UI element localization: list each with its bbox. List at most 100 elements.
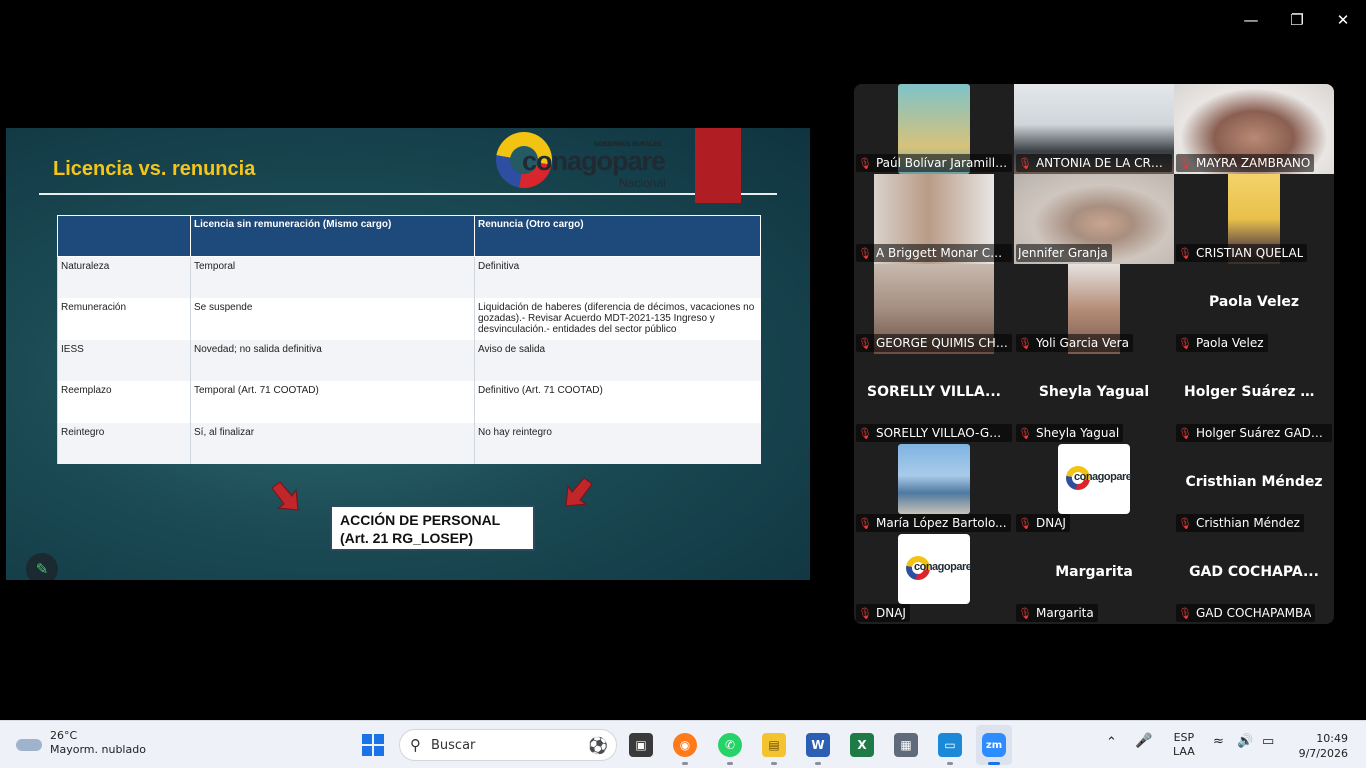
table-cell: Se suspende (190, 298, 475, 340)
name-label: 🎙 DNAJ (856, 604, 910, 622)
microphone-icon: 🎤 (1135, 733, 1153, 749)
running-indicator (947, 762, 953, 765)
weather-description: Mayorm. nublado (50, 743, 146, 756)
participant-name: Jennifer Granja (1018, 246, 1108, 260)
microphone-tray-button[interactable]: 🎤 (1135, 733, 1152, 749)
file-explorer-button[interactable]: ▤ (762, 733, 786, 757)
mic-muted-icon: 🎙 (858, 336, 872, 350)
mic-muted-icon: 🎙 (858, 606, 872, 620)
participant-name: Margarita (1036, 606, 1094, 620)
calculator-button[interactable]: ▦ (894, 733, 918, 757)
table-cell: Remuneración (57, 298, 191, 340)
participant-name: MAYRA ZAMBRANO (1196, 156, 1311, 170)
annotate-button[interactable]: ✎ (26, 553, 58, 580)
participant-tile[interactable]: 🎙 Yoli Garcia Vera (1014, 264, 1174, 354)
search-placeholder: Buscar (431, 737, 476, 753)
firefox-button[interactable]: ◉ (673, 733, 697, 757)
excel-icon: X (857, 738, 867, 752)
participant-name: María López Bartolo... (876, 516, 1007, 530)
participant-name: Paúl Bolívar Jaramillo... (875, 156, 1008, 170)
active-indicator (988, 762, 1000, 765)
conagopare-logo-avatar: conagopare (1058, 444, 1132, 514)
mic-muted-icon: 🎙 (1018, 426, 1032, 440)
table-cell: No hay reintegro (474, 422, 761, 464)
avatar (898, 444, 970, 514)
whatsapp-button[interactable]: ✆ (718, 733, 742, 757)
participant-tile[interactable]: 🎙 María López Bartolo... (854, 444, 1014, 534)
mic-muted-icon: 🎙 (858, 516, 872, 530)
logo-wordmark: conagopare (1074, 471, 1132, 483)
participant-tile[interactable]: GAD COCHAPA... 🎙 GAD COCHAPAMBA (1174, 534, 1334, 624)
clock[interactable]: 10:49 9/7/2026 (1298, 731, 1348, 761)
participant-tile[interactable]: SORELLY VILLA... 🎙 SORELLY VILLAO-GAD... (854, 354, 1014, 444)
mic-muted-icon: 🎙 (1178, 156, 1192, 170)
participant-tile[interactable]: Sheyla Yagual 🎙 Sheyla Yagual (1014, 354, 1174, 444)
input-language-button[interactable]: ESP LAA (1173, 731, 1195, 759)
zoom-button[interactable]: zm (982, 733, 1006, 757)
word-button[interactable]: W (806, 733, 830, 757)
mic-muted-icon: 🎙 (858, 426, 872, 440)
folder-icon: ▤ (768, 738, 780, 752)
keyboard-layout: LAA (1173, 745, 1195, 758)
conagopare-logo: GOBIERNOS RURALES conagopare Nacional (494, 130, 674, 194)
restore-icon: ❐ (1290, 11, 1304, 29)
participant-display-name: Cristhian Méndez (1185, 474, 1323, 490)
mic-muted-icon: 🎙 (1018, 606, 1032, 620)
running-indicator (771, 762, 777, 765)
table-cell: Definitivo (Art. 71 COOTAD) (474, 381, 761, 423)
participant-name: SORELLY VILLAO-GAD... (875, 426, 1008, 440)
name-label: 🎙 GEORGE QUIMIS CHI... (856, 334, 1012, 352)
restore-button[interactable]: ❐ (1285, 8, 1309, 32)
task-view-button[interactable]: ▣ (629, 733, 653, 757)
participant-name: CRISTIAN QUELAL (1196, 246, 1304, 260)
mic-muted-icon: 🎙 (1178, 246, 1192, 260)
participant-tile[interactable]: 🎙 Paúl Bolívar Jaramillo... (854, 84, 1014, 174)
table-row: IESS Novedad; no salida definitiva Aviso… (57, 339, 761, 381)
participant-tile[interactable]: conagopare 🎙 DNAJ (854, 534, 1014, 624)
table-header: Licencia sin remuneración (Mismo cargo) (190, 215, 475, 257)
close-button[interactable]: ✕ (1331, 8, 1355, 32)
left-arrow-icon (271, 481, 299, 511)
taskbar: 26°C Mayorm. nublado ⚲ Buscar ⚽ ▣ ◉ ✆ ▤ … (0, 720, 1366, 768)
wifi-icon: ≈ (1213, 734, 1224, 749)
name-label: 🎙 DNAJ (1016, 514, 1070, 532)
participant-tile-active-speaker[interactable]: Jennifer Granja (1014, 174, 1174, 264)
table-header-row: Licencia sin remuneración (Mismo cargo) … (57, 215, 761, 257)
name-label: 🎙 Holger Suárez GADP ... (1176, 424, 1332, 442)
network-button[interactable]: ≈ (1213, 734, 1224, 749)
table-cell: Definitiva (474, 256, 761, 298)
volume-button[interactable]: 🔊 (1237, 734, 1253, 749)
participant-tile[interactable]: Margarita 🎙 Margarita (1014, 534, 1174, 624)
table-cell: Temporal (190, 256, 475, 298)
participant-tile[interactable]: Paola Velez 🎙 Paola Velez (1174, 264, 1334, 354)
participant-name: Holger Suárez GADP ... (1195, 426, 1328, 440)
participant-tile[interactable]: 🎙 CRISTIAN QUELAL (1174, 174, 1334, 264)
name-label: 🎙 CRISTIAN QUELAL (1176, 244, 1308, 262)
battery-icon: ▭ (1262, 734, 1275, 749)
remote-desktop-button[interactable]: ▭ (938, 733, 962, 757)
participant-tile[interactable]: Cristhian Méndez 🎙 Cristhian Méndez (1174, 444, 1334, 534)
participant-tile[interactable]: 🎙 ANTONIA DE LA CRU... (1014, 84, 1174, 174)
right-arrow-icon (565, 477, 593, 507)
participant-name: Cristhian Méndez (1196, 516, 1300, 530)
participant-tile[interactable]: 🎙 A Briggett Monar Col... (854, 174, 1014, 264)
table-cell: Naturaleza (57, 256, 191, 298)
action-line-1: ACCIÓN DE PERSONAL (340, 512, 501, 528)
participant-gallery: 🎙 Paúl Bolívar Jaramillo... 🎙 ANTONIA DE L… (854, 84, 1334, 624)
weather-widget[interactable]: 26°C Mayorm. nublado (16, 729, 146, 757)
participant-name: Yoli Garcia Vera (1036, 336, 1129, 350)
comparison-table: Licencia sin remuneración (Mismo cargo) … (57, 215, 761, 464)
participant-tile[interactable]: 🎙 GEORGE QUIMIS CHI... (854, 264, 1014, 354)
table-cell: Liquidación de haberes (diferencia de dé… (474, 298, 761, 340)
table-row: Remuneración Se suspende Liquidación de … (57, 298, 761, 340)
table-row: Reintegro Sí, al finalizar No hay reinte… (57, 422, 761, 464)
start-button[interactable] (361, 733, 385, 757)
participant-tile[interactable]: Holger Suárez G... 🎙 Holger Suárez GADP .… (1174, 354, 1334, 444)
participant-tile[interactable]: 🎙 MAYRA ZAMBRANO (1174, 84, 1334, 174)
show-hidden-icons-button[interactable]: ⌃ (1106, 735, 1117, 750)
participant-tile[interactable]: conagopare 🎙 DNAJ (1014, 444, 1174, 534)
minimize-button[interactable]: — (1239, 8, 1263, 32)
excel-button[interactable]: X (850, 733, 874, 757)
search-box[interactable]: ⚲ Buscar ⚽ (399, 729, 617, 761)
battery-button[interactable]: ▭ (1262, 734, 1274, 749)
